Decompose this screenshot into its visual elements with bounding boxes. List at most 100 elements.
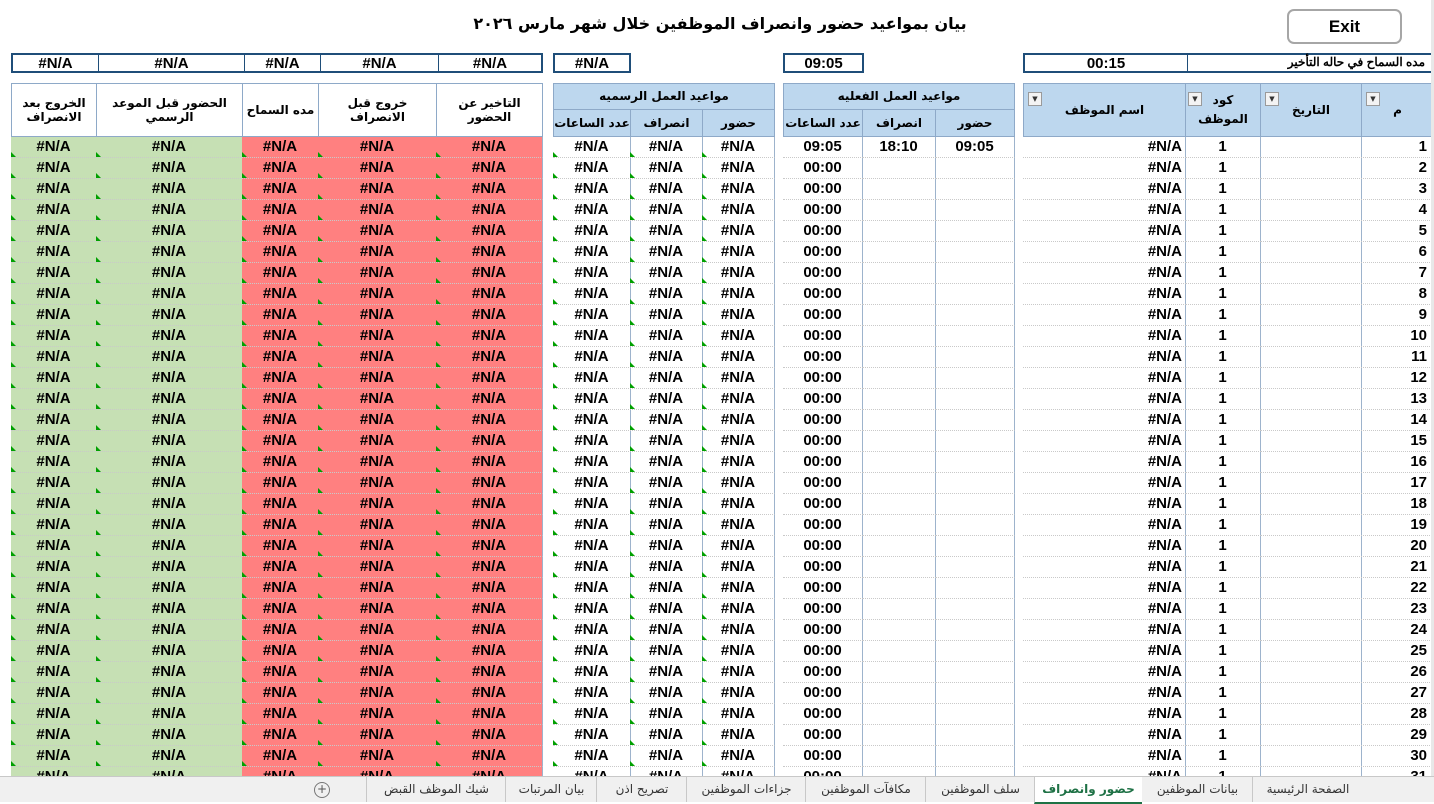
cell-num[interactable]: 3 bbox=[1361, 179, 1434, 200]
cell-off-leave[interactable]: #N/A bbox=[630, 452, 703, 473]
cell-late[interactable]: #N/A bbox=[436, 515, 543, 536]
cell-grace[interactable]: #N/A bbox=[242, 599, 319, 620]
cell-off-attend[interactable]: #N/A bbox=[702, 473, 775, 494]
cell-late[interactable]: #N/A bbox=[436, 368, 543, 389]
cell-act-attend[interactable] bbox=[935, 431, 1015, 452]
cell-act-attend[interactable] bbox=[935, 620, 1015, 641]
cell-off-hours[interactable]: #N/A bbox=[553, 452, 631, 473]
cell-emp-name[interactable]: #N/A bbox=[1023, 452, 1186, 473]
cell-early-exit[interactable]: #N/A bbox=[318, 641, 437, 662]
cell-act-leave[interactable] bbox=[862, 347, 936, 368]
cell-act-leave[interactable] bbox=[862, 473, 936, 494]
cell-off-attend[interactable]: #N/A bbox=[702, 641, 775, 662]
cell-num[interactable]: 22 bbox=[1361, 578, 1434, 599]
cell-off-hours[interactable]: #N/A bbox=[553, 683, 631, 704]
cell-num[interactable]: 27 bbox=[1361, 683, 1434, 704]
cell-early-exit[interactable]: #N/A bbox=[318, 452, 437, 473]
cell-early-exit[interactable]: #N/A bbox=[318, 410, 437, 431]
cell-off-attend[interactable]: #N/A bbox=[702, 767, 775, 776]
cell-emp-name[interactable]: #N/A bbox=[1023, 725, 1186, 746]
cell-act-hours[interactable]: 00:00 bbox=[783, 473, 863, 494]
cell-grace[interactable]: #N/A bbox=[242, 515, 319, 536]
cell-emp-code[interactable]: 1 bbox=[1185, 494, 1261, 515]
cell-early-exit[interactable]: #N/A bbox=[318, 305, 437, 326]
cell-off-hours[interactable]: #N/A bbox=[553, 725, 631, 746]
cell-act-attend[interactable] bbox=[935, 368, 1015, 389]
cell-act-attend[interactable] bbox=[935, 494, 1015, 515]
cell-early-attend[interactable]: #N/A bbox=[96, 389, 243, 410]
cell-act-attend[interactable] bbox=[935, 767, 1015, 776]
header-emp-code[interactable]: كود الموظف ▼ bbox=[1185, 83, 1261, 137]
cell-late-exit[interactable]: #N/A bbox=[11, 515, 97, 536]
cell-emp-name[interactable]: #N/A bbox=[1023, 389, 1186, 410]
cell-grace[interactable]: #N/A bbox=[242, 221, 319, 242]
sheet-tab[interactable]: سلف الموظفين bbox=[925, 777, 1035, 802]
cell-off-hours[interactable]: #N/A bbox=[553, 179, 631, 200]
cell-early-exit[interactable]: #N/A bbox=[318, 221, 437, 242]
cell-late-exit[interactable]: #N/A bbox=[11, 578, 97, 599]
cell-off-hours[interactable]: #N/A bbox=[553, 158, 631, 179]
cell-early-attend[interactable]: #N/A bbox=[96, 473, 243, 494]
cell-off-attend[interactable]: #N/A bbox=[702, 200, 775, 221]
cell-date[interactable] bbox=[1260, 158, 1362, 179]
cell-early-exit[interactable]: #N/A bbox=[318, 431, 437, 452]
cell-emp-name[interactable]: #N/A bbox=[1023, 284, 1186, 305]
cell-emp-name[interactable]: #N/A bbox=[1023, 368, 1186, 389]
cell-num[interactable]: 30 bbox=[1361, 746, 1434, 767]
sheet-tab[interactable]: تصريح اذن bbox=[596, 777, 687, 802]
cell-off-attend[interactable]: #N/A bbox=[702, 242, 775, 263]
cell-date[interactable] bbox=[1260, 263, 1362, 284]
cell-early-attend[interactable]: #N/A bbox=[96, 662, 243, 683]
cell-off-hours[interactable]: #N/A bbox=[553, 242, 631, 263]
cell-num[interactable]: 29 bbox=[1361, 725, 1434, 746]
cell-off-hours[interactable]: #N/A bbox=[553, 410, 631, 431]
cell-grace[interactable]: #N/A bbox=[242, 746, 319, 767]
cell-late[interactable]: #N/A bbox=[436, 536, 543, 557]
cell-off-attend[interactable]: #N/A bbox=[702, 746, 775, 767]
cell-num[interactable]: 17 bbox=[1361, 473, 1434, 494]
cell-num[interactable]: 28 bbox=[1361, 704, 1434, 725]
cell-emp-name[interactable]: #N/A bbox=[1023, 410, 1186, 431]
cell-late-exit[interactable]: #N/A bbox=[11, 746, 97, 767]
cell-late[interactable]: #N/A bbox=[436, 620, 543, 641]
cell-early-attend[interactable]: #N/A bbox=[96, 137, 243, 158]
cell-grace[interactable]: #N/A bbox=[242, 368, 319, 389]
cell-date[interactable] bbox=[1260, 326, 1362, 347]
cell-late[interactable]: #N/A bbox=[436, 683, 543, 704]
cell-date[interactable] bbox=[1260, 452, 1362, 473]
cell-emp-name[interactable]: #N/A bbox=[1023, 704, 1186, 725]
cell-off-leave[interactable]: #N/A bbox=[630, 305, 703, 326]
cell-early-attend[interactable]: #N/A bbox=[96, 284, 243, 305]
cell-act-leave[interactable] bbox=[862, 494, 936, 515]
cell-off-attend[interactable]: #N/A bbox=[702, 263, 775, 284]
cell-num[interactable]: 20 bbox=[1361, 536, 1434, 557]
cell-late-exit[interactable]: #N/A bbox=[11, 137, 97, 158]
cell-act-leave[interactable] bbox=[862, 158, 936, 179]
cell-num[interactable]: 11 bbox=[1361, 347, 1434, 368]
cell-late-exit[interactable]: #N/A bbox=[11, 557, 97, 578]
cell-date[interactable] bbox=[1260, 137, 1362, 158]
cell-num[interactable]: 19 bbox=[1361, 515, 1434, 536]
cell-act-attend[interactable] bbox=[935, 746, 1015, 767]
cell-act-hours[interactable]: 00:00 bbox=[783, 326, 863, 347]
cell-act-attend[interactable] bbox=[935, 179, 1015, 200]
sheet-tab[interactable]: بيانات الموظفين bbox=[1141, 777, 1253, 802]
cell-act-attend[interactable] bbox=[935, 725, 1015, 746]
cell-act-leave[interactable] bbox=[862, 368, 936, 389]
cell-grace[interactable]: #N/A bbox=[242, 767, 319, 776]
cell-date[interactable] bbox=[1260, 431, 1362, 452]
cell-date[interactable] bbox=[1260, 305, 1362, 326]
cell-emp-name[interactable]: #N/A bbox=[1023, 662, 1186, 683]
cell-early-attend[interactable]: #N/A bbox=[96, 725, 243, 746]
cell-act-hours[interactable]: 00:00 bbox=[783, 368, 863, 389]
cell-date[interactable] bbox=[1260, 389, 1362, 410]
cell-act-leave[interactable] bbox=[862, 200, 936, 221]
cell-off-leave[interactable]: #N/A bbox=[630, 263, 703, 284]
cell-act-attend[interactable] bbox=[935, 326, 1015, 347]
cell-off-hours[interactable]: #N/A bbox=[553, 599, 631, 620]
cell-emp-name[interactable]: #N/A bbox=[1023, 557, 1186, 578]
cell-off-leave[interactable]: #N/A bbox=[630, 704, 703, 725]
cell-date[interactable] bbox=[1260, 515, 1362, 536]
cell-early-exit[interactable]: #N/A bbox=[318, 515, 437, 536]
cell-grace[interactable]: #N/A bbox=[242, 389, 319, 410]
